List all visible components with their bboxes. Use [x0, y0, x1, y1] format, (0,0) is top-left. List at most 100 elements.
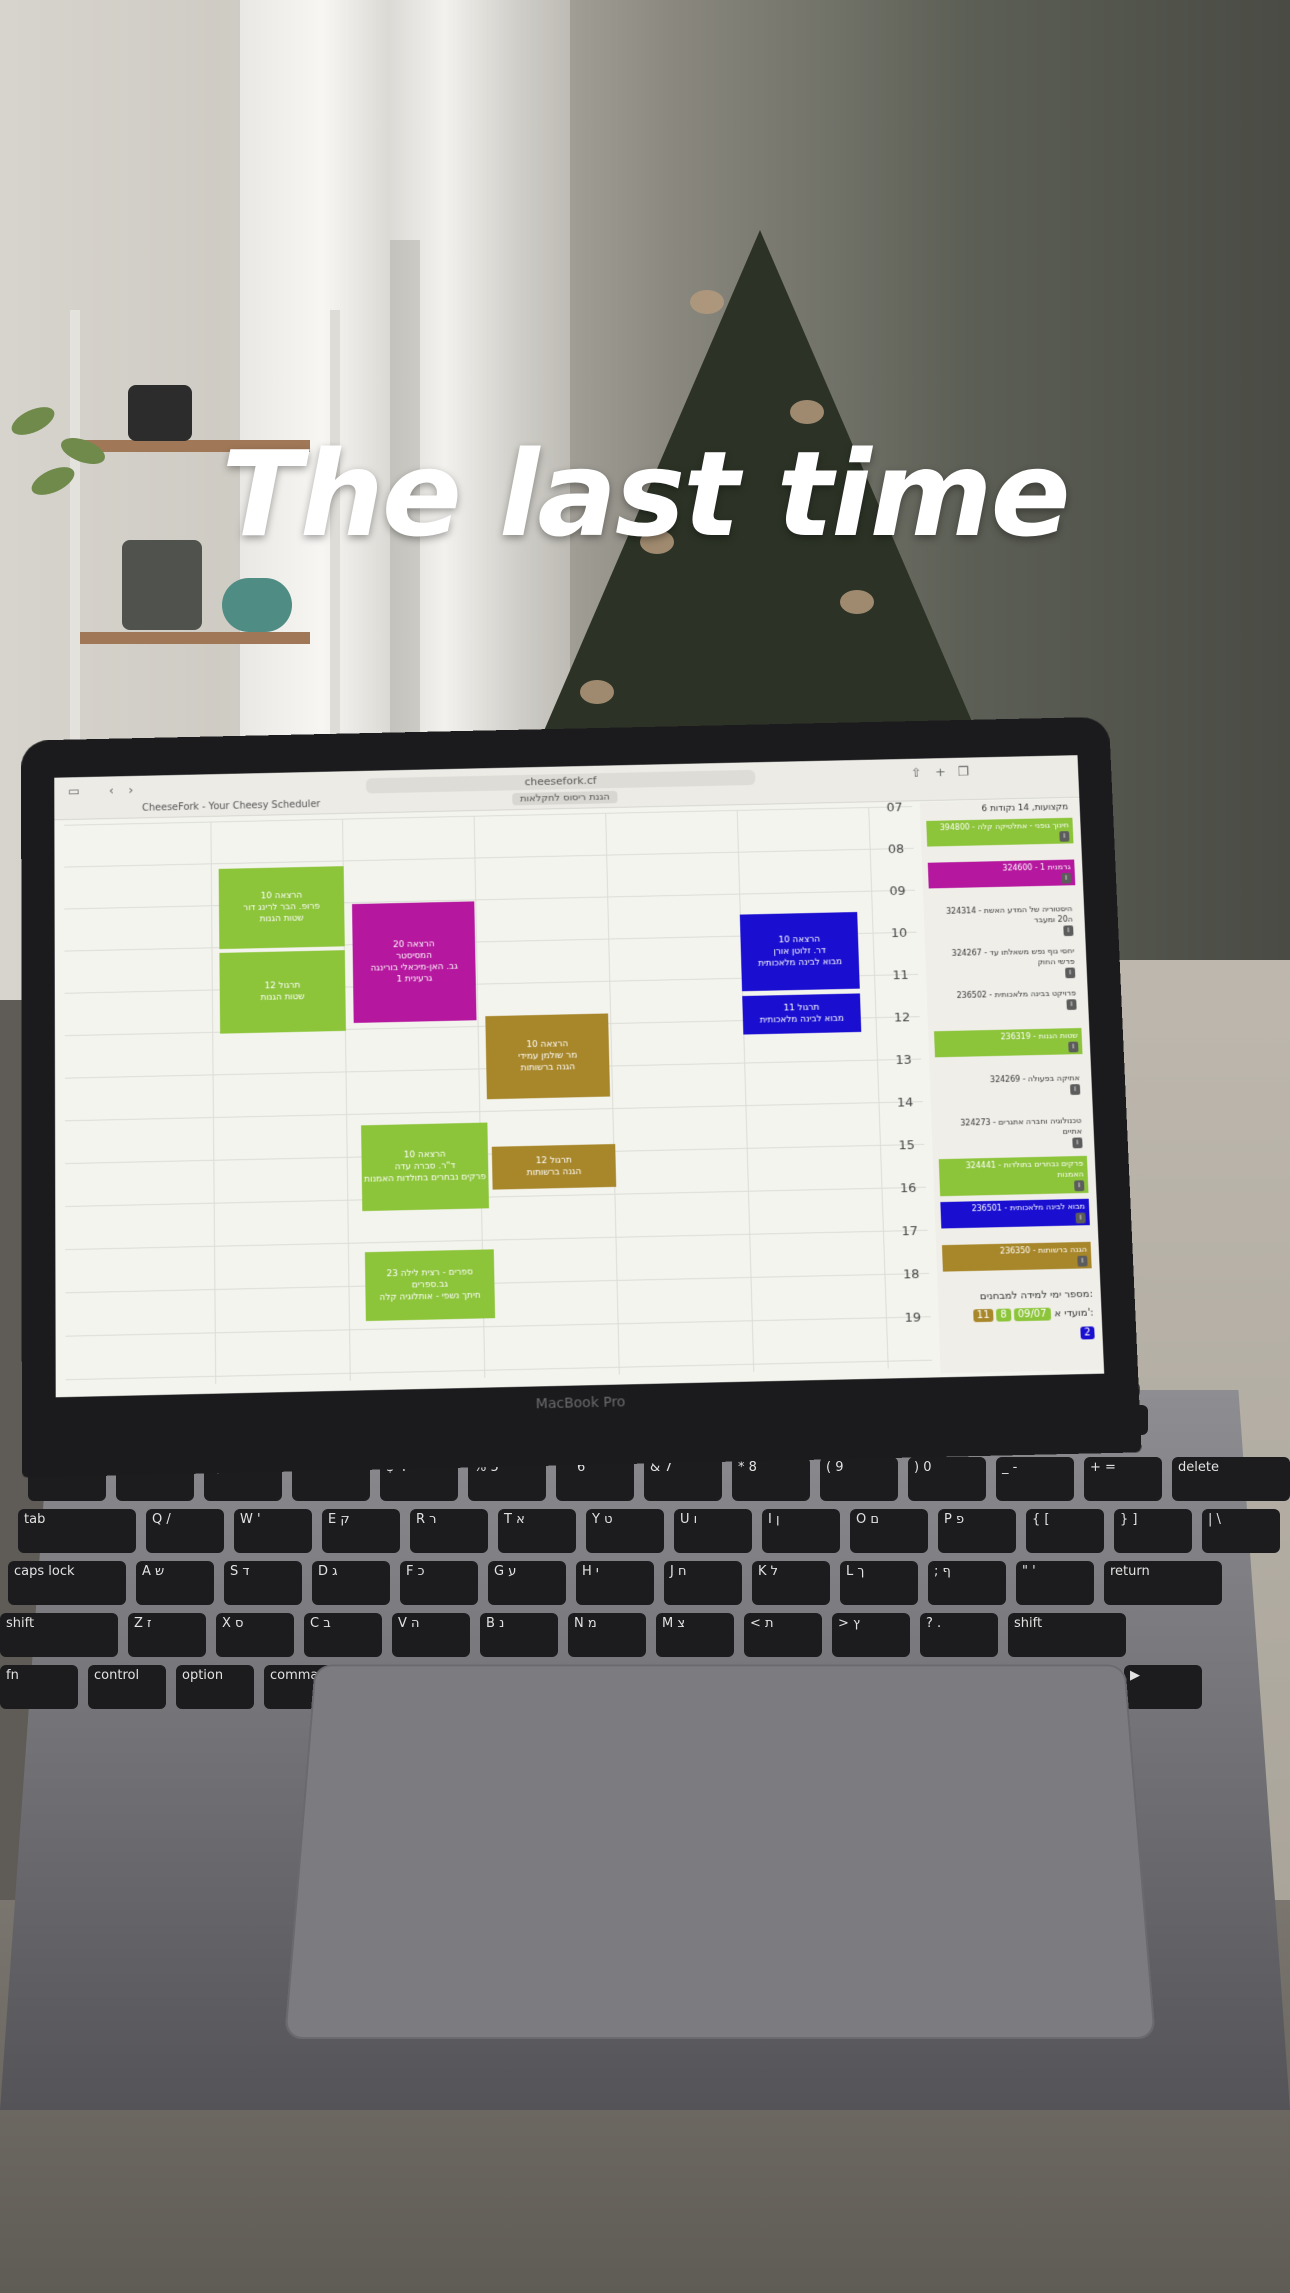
info-icon[interactable]: i [1070, 1084, 1080, 1095]
calendar-event[interactable]: תרגול 12 שטות הגנות [219, 950, 346, 1034]
info-icon[interactable]: i [1068, 1042, 1078, 1053]
keyboard-key[interactable]: X ס [216, 1613, 294, 1657]
keyboard-key[interactable]: fn [0, 1665, 78, 1709]
forward-icon[interactable]: › [128, 784, 133, 798]
keyboard-key[interactable]: { [ [1026, 1509, 1104, 1553]
keyboard-key[interactable]: A ש [136, 1561, 214, 1605]
keyboard-key[interactable]: shift [1008, 1613, 1126, 1657]
calendar-event[interactable]: תרגול 12 הגנה ברשותות [492, 1144, 616, 1190]
keyboard-key[interactable]: Y ט [586, 1509, 664, 1553]
keyboard-key[interactable]: shift [0, 1613, 118, 1657]
keyboard-key[interactable]: I ן [762, 1509, 840, 1553]
calendar-event[interactable]: ספרים - רצית לילה 23 גב.ספרים חיתך נשפי - … [365, 1249, 495, 1321]
keyboard-key[interactable]: R ר [410, 1509, 488, 1553]
info-icon[interactable]: i [1059, 831, 1069, 842]
keyboard-key[interactable]: L ך [840, 1561, 918, 1605]
course-item-label: 324267 - יחסי גוף נפש משאלתו עד פרשי החו… [935, 945, 1075, 969]
course-item[interactable]: 324600 - גרמנית 1i [928, 860, 1075, 889]
keyboard-key[interactable]: ? . [920, 1613, 998, 1657]
keyboard-key[interactable]: control [88, 1665, 166, 1709]
keyboard-key[interactable]: D ג [312, 1561, 390, 1605]
keyboard-key[interactable]: K ל [752, 1561, 830, 1605]
keyboard-key[interactable]: S ד [224, 1561, 302, 1605]
keyboard-key[interactable]: M צ [656, 1613, 734, 1657]
keyboard-key[interactable]: option [176, 1665, 254, 1709]
keyboard-key[interactable]: ) 0 [908, 1457, 986, 1501]
calendar-event[interactable]: תרגול 11 מבוא לבינה מלאכותית [742, 993, 861, 1034]
course-item[interactable]: 324269 - אתיקה בפעולה i [936, 1070, 1085, 1099]
course-item[interactable]: 324441 - פרקים נבחרים בתולדות האמנות i [939, 1156, 1089, 1196]
keyboard-key[interactable]: Q / [146, 1509, 224, 1553]
keyboard-key[interactable]: + = [1084, 1457, 1162, 1501]
keyboard-key[interactable]: delete [1172, 1457, 1290, 1501]
course-item-label: 324269 - אתיקה בפעולה [940, 1072, 1080, 1086]
info-icon[interactable]: i [1077, 1256, 1087, 1267]
course-item[interactable]: 394800 - חינוך גופני - אתלטיקה קלה i [926, 818, 1073, 847]
share-icon[interactable]: ⇧ [911, 766, 922, 780]
keyboard-key[interactable]: * 8 [732, 1457, 810, 1501]
info-icon[interactable]: i [1075, 1213, 1085, 1224]
calendar-event[interactable]: הרצאה 10 פרופ. הבר לרינג דור שטות הגנות [219, 866, 345, 949]
course-item[interactable]: 236319 - שטות הגנות i [934, 1028, 1082, 1057]
keyboard-key[interactable]: tab [18, 1509, 136, 1553]
hour-label: 14 [885, 1095, 925, 1110]
keyboard-key[interactable]: C ב [304, 1613, 382, 1657]
keyboard-key[interactable]: U ו [674, 1509, 752, 1553]
info-icon[interactable]: i [1066, 999, 1076, 1010]
sidebar-toggle-icon[interactable]: ▭ [68, 785, 80, 799]
ornament [790, 400, 824, 424]
keyboard-key[interactable]: " ' [1016, 1561, 1094, 1605]
keyboard-key[interactable]: | \ [1202, 1509, 1280, 1553]
keyboard-key[interactable]: O ם [850, 1509, 928, 1553]
calendar-event[interactable]: הרצאה 10 ד"ר. סברה עדה פרקים נבחרים בתולדו… [361, 1123, 489, 1212]
tab-cheesefork[interactable]: CheeseFork - Your Cheesy Scheduler [142, 799, 320, 813]
calendar-event[interactable]: הרצאה 20 המסיסטר גב. האן-מיכאלי בורינגה גרע… [352, 901, 477, 1023]
course-item[interactable]: 324267 - יחסי גוף נפש משאלתו עד פרשי החו… [931, 943, 1079, 983]
course-item[interactable]: 236350 - הגנה ברשותות i [942, 1242, 1092, 1272]
event-text: הרצאה 10 [261, 890, 303, 902]
keyboard-key[interactable]: W ' [234, 1509, 312, 1553]
keyboard-key[interactable]: ▶ [1124, 1665, 1202, 1709]
tabs-overview-icon[interactable]: ❐ [957, 765, 969, 779]
trackpad[interactable] [284, 1665, 1156, 2040]
semester-row: 2 [945, 1326, 1095, 1342]
grid-row-line [64, 890, 915, 910]
info-icon[interactable]: i [1063, 925, 1073, 936]
calendar-event[interactable]: הרצאה 10 מר שולמן עמידי הגנה ברשותות [485, 1013, 610, 1099]
course-item[interactable]: 236501 - מבוא לבינה מלאכותית i [940, 1199, 1089, 1229]
keyboard-key[interactable]: > ץ [832, 1613, 910, 1657]
keyboard-key[interactable]: Z ז [128, 1613, 206, 1657]
keyboard-key[interactable]: return [1104, 1561, 1222, 1605]
keyboard-key[interactable]: G ע [488, 1561, 566, 1605]
keyboard-key[interactable]: P פ [938, 1509, 1016, 1553]
info-icon[interactable]: i [1072, 1137, 1082, 1148]
calendar-event[interactable]: הרצאה 10 דר. זלוטן אורן מבוא לבינה מלאכותי… [740, 912, 860, 991]
info-icon[interactable]: i [1065, 968, 1075, 979]
keyboard-key[interactable]: J ח [664, 1561, 742, 1605]
back-icon[interactable]: ‹ [109, 784, 114, 798]
keyboard-key[interactable]: F כ [400, 1561, 478, 1605]
keyboard-key[interactable]: } ] [1114, 1509, 1192, 1553]
keyboard-key[interactable]: ; ף [928, 1561, 1006, 1605]
keyboard-key[interactable]: ( 9 [820, 1457, 898, 1501]
course-item[interactable]: 236502 - פרויקט בבינה מלאכותית i [932, 986, 1080, 1015]
tab-active[interactable]: הגנת ריסוס לחקלאות [512, 791, 618, 806]
keyboard-key[interactable]: _ - [996, 1457, 1074, 1501]
new-tab-icon[interactable]: + [935, 766, 946, 780]
info-icon[interactable]: i [1061, 873, 1071, 884]
keyboard-key[interactable]: T א [498, 1509, 576, 1553]
ornament [580, 680, 614, 704]
keyboard-key[interactable]: E ק [322, 1509, 400, 1553]
keyboard-key[interactable]: B נ [480, 1613, 558, 1657]
keyboard-key[interactable]: caps lock [8, 1561, 126, 1605]
info-icon[interactable]: i [1074, 1180, 1084, 1191]
semester-number-badge[interactable]: 2 [1080, 1326, 1095, 1339]
keyboard-key[interactable]: N מ [568, 1613, 646, 1657]
keyboard-key[interactable]: V ה [392, 1613, 470, 1657]
keyboard-key[interactable]: & 7 [644, 1457, 722, 1501]
keyboard-key[interactable]: H י [576, 1561, 654, 1605]
keyboard-key[interactable]: < ת [744, 1613, 822, 1657]
course-item[interactable]: 324314 - היסטוריה של המדע האשת ה20 ומעבר… [929, 901, 1077, 941]
event-text: תרגול 12 [536, 1155, 572, 1167]
course-item[interactable]: 324273 - טכנולוגיה וחברה אתגרים אתיים i [937, 1113, 1086, 1153]
